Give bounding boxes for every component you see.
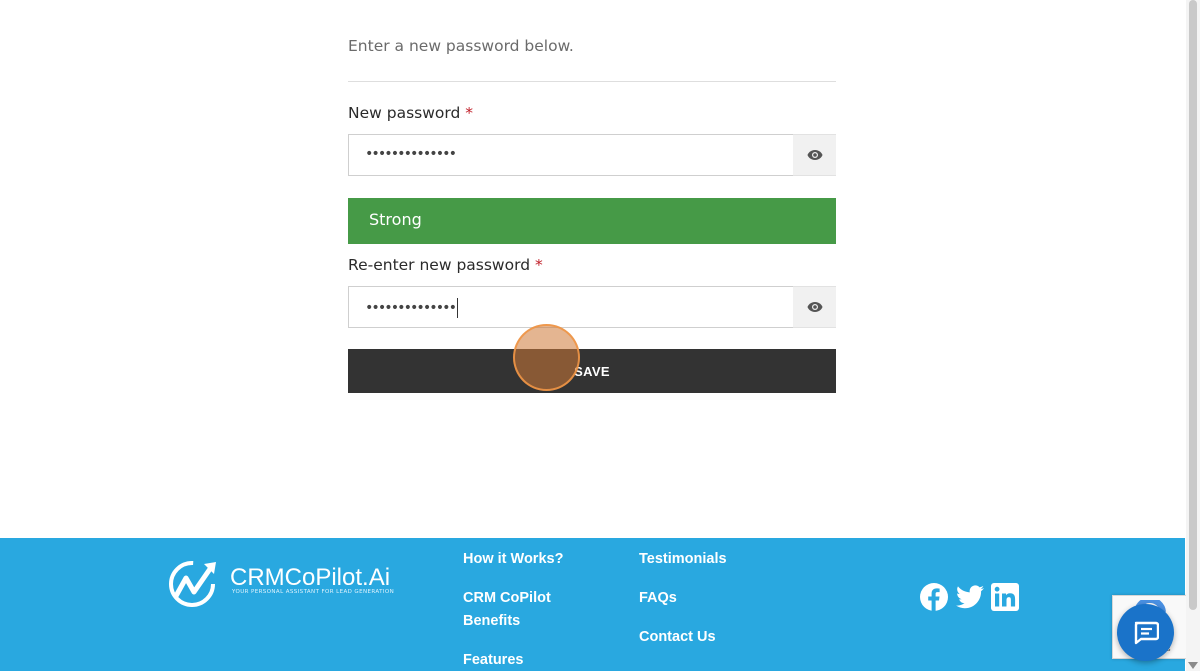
new-password-input[interactable]: •••••••••••••• bbox=[348, 134, 793, 176]
text-caret bbox=[457, 298, 459, 318]
eye-icon bbox=[807, 150, 822, 160]
facebook-icon bbox=[919, 582, 948, 611]
divider bbox=[348, 81, 836, 82]
footer-link-faqs[interactable]: FAQs bbox=[639, 587, 677, 610]
required-mark: * bbox=[465, 104, 474, 122]
click-indicator bbox=[513, 324, 580, 391]
password-strength-indicator: Strong bbox=[348, 198, 836, 244]
eye-icon bbox=[807, 302, 822, 312]
new-password-label-text: New password bbox=[348, 104, 461, 122]
scrollbar-thumb[interactable] bbox=[1189, 0, 1197, 610]
intro-text: Enter a new password below. bbox=[348, 37, 574, 55]
scroll-down-arrow-icon[interactable] bbox=[1188, 662, 1198, 669]
footer-link-testimonials[interactable]: Testimonials bbox=[639, 548, 727, 571]
reenter-password-label: Re-enter new password * bbox=[348, 256, 543, 274]
new-password-field: •••••••••••••• bbox=[348, 134, 836, 176]
footer-link-contact[interactable]: Contact Us bbox=[639, 626, 716, 649]
footer-logo[interactable]: CRMCoPilot.Ai YOUR PERSONAL ASSISTANT FO… bbox=[168, 558, 394, 608]
new-password-label: New password * bbox=[348, 104, 473, 122]
save-button[interactable]: SAVE bbox=[348, 349, 836, 393]
footer-link-benefits[interactable]: CRM CoPilot Benefits bbox=[463, 587, 573, 633]
footer-link-features[interactable]: Features bbox=[463, 649, 523, 672]
chat-icon bbox=[1134, 621, 1159, 644]
twitter-icon bbox=[956, 584, 984, 608]
show-reenter-password-button[interactable] bbox=[793, 286, 836, 328]
twitter-link[interactable] bbox=[955, 582, 985, 611]
chat-button[interactable] bbox=[1117, 604, 1174, 661]
linkedin-link[interactable] bbox=[990, 582, 1019, 611]
logo-text: CRMCoPilot.Ai bbox=[230, 564, 391, 591]
reenter-password-input[interactable]: •••••••••••••• bbox=[348, 286, 793, 328]
linkedin-icon bbox=[990, 582, 1019, 611]
site-footer: CRMCoPilot.Ai YOUR PERSONAL ASSISTANT FO… bbox=[0, 538, 1185, 671]
logo-mark-icon bbox=[169, 561, 216, 607]
reenter-password-field: •••••••••••••• bbox=[348, 286, 836, 328]
reenter-password-label-text: Re-enter new password bbox=[348, 256, 531, 274]
facebook-link[interactable] bbox=[919, 582, 948, 611]
footer-link-how-it-works[interactable]: How it Works? bbox=[463, 548, 563, 571]
required-mark: * bbox=[534, 256, 543, 274]
logo-tagline: YOUR PERSONAL ASSISTANT FOR LEAD GENERAT… bbox=[232, 589, 395, 595]
show-password-button[interactable] bbox=[793, 134, 836, 176]
reenter-password-value: •••••••••••••• bbox=[365, 300, 457, 316]
page-scrollbar[interactable] bbox=[1186, 0, 1200, 671]
